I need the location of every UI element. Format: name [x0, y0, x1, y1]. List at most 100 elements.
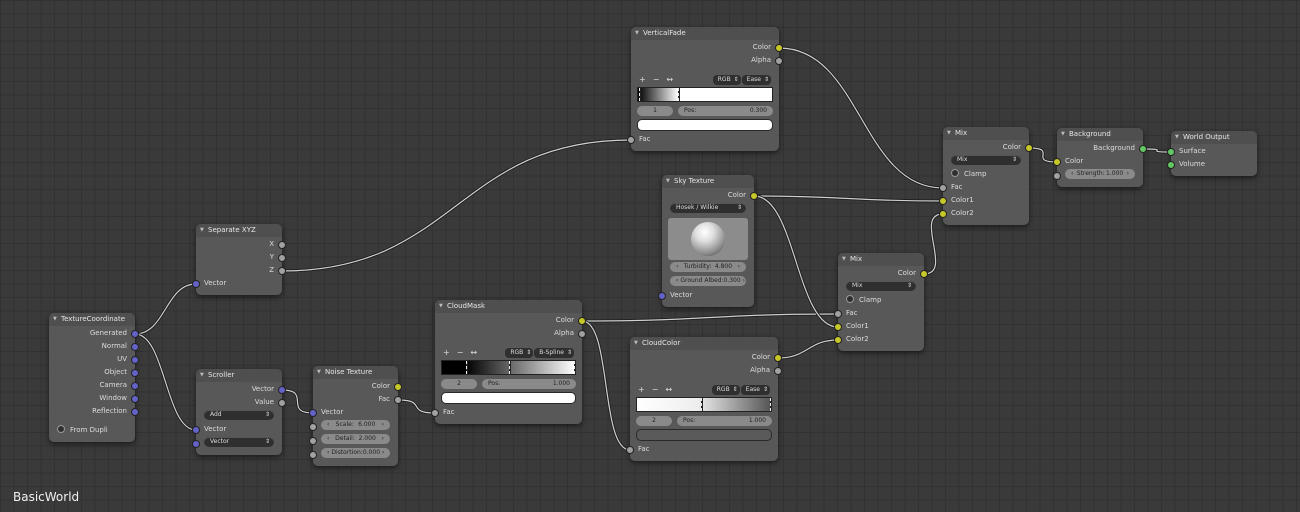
add-stop-icon[interactable]: +: [639, 75, 646, 84]
color-ramp-gradient[interactable]: [637, 87, 773, 102]
socket-value-icon[interactable]: [774, 367, 782, 375]
number-field[interactable]: Scale: 6.000: [321, 420, 390, 430]
color-ramp-gradient[interactable]: [636, 397, 772, 412]
interpolation-dropdown[interactable]: B-Spline: [534, 347, 574, 358]
number-field[interactable]: Detail:2.000: [321, 434, 390, 444]
collapse-triangle-icon[interactable]: ▼: [317, 366, 321, 379]
node-link[interactable]: [134, 283, 197, 335]
socket-shader-icon[interactable]: [1167, 148, 1175, 156]
color-mode-dropdown[interactable]: RGB: [711, 384, 740, 395]
remove-stop-icon[interactable]: −: [652, 385, 659, 394]
socket-color-icon[interactable]: [834, 323, 842, 331]
socket-vector-icon[interactable]: [131, 330, 139, 338]
collapse-triangle-icon[interactable]: ▼: [635, 27, 639, 40]
socket-value-icon[interactable]: [309, 451, 317, 459]
collapse-triangle-icon[interactable]: ▼: [53, 313, 57, 326]
node-scroller[interactable]: ▼ Scroller Vector Value Add Vector Vector: [192, 369, 286, 455]
checkbox[interactable]: [951, 169, 959, 177]
socket-shader-icon[interactable]: [1139, 145, 1147, 153]
number-field[interactable]: Strength:1.000: [1065, 169, 1135, 179]
color-stop-marker[interactable]: [701, 398, 704, 411]
node-header[interactable]: ▼ Background: [1057, 128, 1143, 141]
node-link[interactable]: [777, 339, 839, 359]
node-header[interactable]: ▼ Scroller: [196, 369, 282, 382]
socket-color-icon[interactable]: [1025, 144, 1033, 152]
socket-vector-icon[interactable]: [192, 440, 200, 448]
node-world-output[interactable]: ▼ World Output Surface Volume: [1167, 131, 1257, 176]
socket-color-icon[interactable]: [1053, 158, 1061, 166]
socket-value-icon[interactable]: [278, 267, 286, 275]
flip-ramp-icon[interactable]: ↔: [666, 75, 673, 84]
dropdown-select[interactable]: Add: [204, 410, 274, 420]
socket-color-icon[interactable]: [775, 44, 783, 52]
socket-value-icon[interactable]: [939, 184, 947, 192]
dropdown-select[interactable]: Vector: [204, 437, 274, 447]
stop-index-field[interactable]: 2: [636, 415, 672, 426]
number-field[interactable]: Turbidity:4.800: [670, 262, 746, 272]
color-stop-marker[interactable]: [573, 361, 576, 374]
node-link[interactable]: [581, 313, 839, 322]
node-cloud-color[interactable]: ▼ CloudColor Color Alpha +−↔ RGBEase 2 Pos: 1.00…: [626, 337, 782, 461]
node-link[interactable]: [281, 139, 632, 272]
node-header[interactable]: ▼ TextureCoordinate: [49, 313, 135, 326]
color-mode-dropdown[interactable]: RGB: [712, 74, 741, 85]
node-link[interactable]: [134, 333, 197, 431]
socket-value-icon[interactable]: [834, 310, 842, 318]
flip-ramp-icon[interactable]: ↔: [470, 348, 477, 357]
flip-ramp-icon[interactable]: ↔: [665, 385, 672, 394]
stop-index-field[interactable]: 1: [637, 105, 673, 116]
socket-color-icon[interactable]: [939, 210, 947, 218]
checkbox-row[interactable]: Clamp: [943, 168, 1029, 181]
checkbox[interactable]: [846, 295, 854, 303]
socket-value-icon[interactable]: [394, 396, 402, 404]
node-header[interactable]: ▼ CloudColor: [630, 337, 778, 350]
socket-value-icon[interactable]: [578, 330, 586, 338]
socket-shader-icon[interactable]: [1167, 161, 1175, 169]
socket-color-icon[interactable]: [939, 197, 947, 205]
node-header[interactable]: ▼ Mix: [838, 253, 924, 266]
node-header[interactable]: ▼ Separate XYZ: [196, 224, 282, 237]
checkbox-row[interactable]: Clamp: [838, 294, 924, 307]
add-stop-icon[interactable]: +: [638, 385, 645, 394]
node-header[interactable]: ▼ CloudMask: [435, 300, 582, 313]
dropdown-select[interactable]: Mix: [951, 155, 1021, 165]
node-header[interactable]: ▼ World Output: [1171, 131, 1257, 144]
collapse-triangle-icon[interactable]: ▼: [947, 127, 951, 140]
color-stop-marker[interactable]: [508, 361, 511, 374]
collapse-triangle-icon[interactable]: ▼: [439, 300, 443, 313]
socket-vector-icon[interactable]: [309, 409, 317, 417]
socket-value-icon[interactable]: [775, 57, 783, 65]
number-field[interactable]: Distortion:0.000: [321, 448, 390, 458]
socket-color-icon[interactable]: [834, 336, 842, 344]
node-link[interactable]: [778, 47, 944, 189]
collapse-triangle-icon[interactable]: ▼: [666, 175, 670, 188]
socket-color-icon[interactable]: [578, 317, 586, 325]
remove-stop-icon[interactable]: −: [653, 75, 660, 84]
socket-value-icon[interactable]: [1053, 172, 1061, 180]
node-header[interactable]: ▼ VerticalFade: [631, 27, 779, 40]
socket-value-icon[interactable]: [309, 437, 317, 445]
number-field[interactable]: Ground Albed:0.300: [670, 276, 746, 286]
node-header[interactable]: ▼ Sky Texture: [662, 175, 754, 188]
node-noise-texture[interactable]: ▼Noise TextureColorFacVectorScale:6.000D…: [309, 366, 402, 466]
node-mix2[interactable]: ▼ Mix Color Mix ClampFac Color1 Color2: [834, 253, 928, 351]
socket-value-icon[interactable]: [627, 136, 635, 144]
interpolation-dropdown[interactable]: Ease: [740, 384, 770, 395]
dropdown-select[interactable]: Hosek / Wilkie: [670, 203, 746, 213]
socket-vector-icon[interactable]: [658, 292, 666, 300]
node-link[interactable]: [753, 195, 839, 328]
node-sky-texture[interactable]: ▼ Sky Texture Color Hosek / Wilkie Turbidity…: [658, 175, 758, 307]
socket-vector-icon[interactable]: [131, 369, 139, 377]
socket-color-icon[interactable]: [920, 270, 928, 278]
socket-value-icon[interactable]: [278, 254, 286, 262]
socket-vector-icon[interactable]: [131, 343, 139, 351]
socket-vector-icon[interactable]: [131, 408, 139, 416]
collapse-triangle-icon[interactable]: ▼: [634, 337, 638, 350]
socket-vector-icon[interactable]: [131, 382, 139, 390]
node-link[interactable]: [581, 320, 631, 451]
color-swatch[interactable]: [441, 392, 576, 404]
socket-value-icon[interactable]: [278, 241, 286, 249]
socket-vector-icon[interactable]: [192, 426, 200, 434]
stop-position-field[interactable]: Pos: 1.000: [677, 415, 772, 426]
stop-position-field[interactable]: Pos: 1.000: [482, 378, 576, 389]
